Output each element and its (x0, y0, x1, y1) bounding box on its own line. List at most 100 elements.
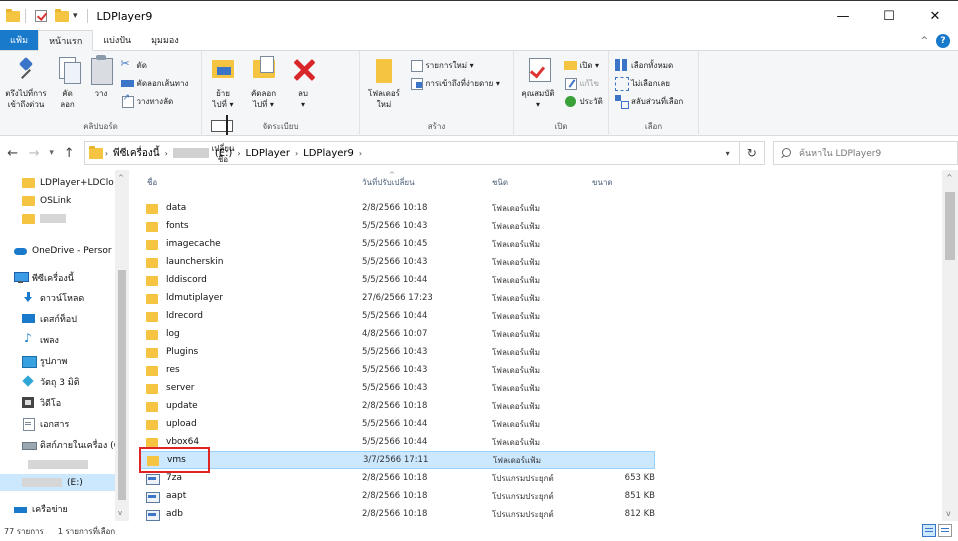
cut-button[interactable]: ตัด (121, 57, 189, 73)
nav-item-oslink[interactable]: OSLink (22, 192, 71, 209)
table-row[interactable]: res 5/5/2566 10:43 โฟลเดอร์แฟ้ม (140, 361, 655, 379)
nav-item-downloads[interactable]: ดาวน์โหลด (22, 289, 84, 306)
nav-item-videos[interactable]: วิดีโอ (22, 394, 61, 411)
quick-access-dropdown-icon[interactable]: ▾ (73, 11, 78, 21)
scroll-down-icon[interactable]: v (118, 509, 122, 517)
properties-quick-access-icon[interactable] (35, 10, 47, 22)
pin-quick-access-button[interactable]: ตรึงไปที่การ เข้าถึงด่วน (4, 55, 48, 110)
new-item-button[interactable]: รายการใหม่ ▾ (410, 57, 500, 73)
file-date: 5/5/2566 10:44 (362, 275, 428, 285)
nav-item-onedrive[interactable]: OneDrive - Persor (14, 242, 112, 259)
select-none-button[interactable]: ไม่เลือกเลย (615, 75, 683, 91)
file-date: 2/8/2566 10:18 (362, 401, 428, 411)
table-row[interactable]: lddiscord 5/5/2566 10:44 โฟลเดอร์แฟ้ม (140, 271, 655, 289)
nav-item-ldplayer-ldcloud[interactable]: LDPlayer+LDClo (22, 174, 114, 191)
recent-locations-icon[interactable]: ▾ (45, 148, 59, 158)
table-row[interactable]: update 2/8/2566 10:18 โฟลเดอร์แฟ้ม (140, 397, 655, 415)
help-icon[interactable]: ? (936, 34, 950, 48)
breadcrumb-this-pc[interactable]: พีซีเครื่องนี้ (113, 146, 160, 161)
file-date: 5/5/2566 10:45 (362, 239, 428, 249)
back-arrow-icon[interactable]: ← (2, 146, 23, 161)
nav-item-redacted[interactable] (22, 210, 66, 227)
table-row[interactable]: vbox64 5/5/2566 10:44 โฟลเดอร์แฟ้ม (140, 433, 655, 451)
tab-share[interactable]: แบ่งปัน (93, 30, 141, 50)
column-header-type[interactable]: ชนิด (492, 176, 508, 189)
nav-item-local-disk-c[interactable]: ดิสก์ภายในเครื่อง (C (22, 436, 120, 453)
breadcrumb-ldplayer9[interactable]: LDPlayer9 (303, 148, 354, 159)
easy-access-button[interactable]: การเข้าถึงที่ง่ายดาย ▾ (410, 75, 500, 91)
maximize-button[interactable]: ☐ (866, 1, 912, 32)
delete-icon (289, 55, 317, 85)
nav-item-3d-objects[interactable]: วัตถุ 3 มิติ (22, 373, 80, 390)
scroll-thumb[interactable] (118, 270, 126, 500)
tab-file[interactable]: แฟ้ม (0, 30, 39, 50)
new-folder-quick-access-icon[interactable] (55, 8, 69, 22)
move-to-button[interactable]: ย้าย ไปที่ ▾ (206, 55, 240, 110)
nav-item-desktop[interactable]: เดสก์ท็อป (22, 310, 77, 327)
forward-arrow-icon[interactable]: → (23, 146, 44, 161)
table-row[interactable]: Plugins 5/5/2566 10:43 โฟลเดอร์แฟ้ม (140, 343, 655, 361)
copy-path-button[interactable]: คัดลอกเส้นทาง (120, 75, 188, 91)
column-header-size[interactable]: ขนาด (592, 176, 613, 189)
nav-item-network[interactable]: เครือข่าย (14, 500, 68, 517)
scroll-up-icon[interactable]: ^ (118, 174, 124, 182)
copy-button[interactable]: คัด ลอก (54, 55, 82, 110)
select-all-button[interactable]: เลือกทั้งหมด (615, 57, 683, 73)
scroll-down-icon[interactable]: v (946, 509, 951, 518)
scroll-thumb[interactable] (945, 192, 955, 260)
invert-selection-button[interactable]: สลับส่วนที่เลือก (615, 93, 683, 109)
collapse-ribbon-icon[interactable]: ^ (920, 36, 928, 46)
nav-pane-scrollbar[interactable]: ^ v (115, 170, 129, 521)
details-view-icon[interactable] (922, 524, 936, 537)
table-row[interactable]: imagecache 5/5/2566 10:45 โฟลเดอร์แฟ้ม (140, 235, 655, 253)
paste-button[interactable]: วาง (87, 55, 115, 99)
cut-label: ตัด (136, 60, 147, 70)
nav-item-this-pc[interactable]: พีซีเครื่องนี้ (14, 269, 74, 286)
select-none-icon (615, 77, 629, 91)
new-folder-button[interactable]: โฟลเดอร์ ใหม่ (364, 55, 404, 110)
up-arrow-icon[interactable]: ↑ (58, 146, 79, 161)
table-row[interactable]: upload 5/5/2566 10:44 โฟลเดอร์แฟ้ม (140, 415, 655, 433)
paste-icon (87, 55, 115, 85)
nav-item-documents[interactable]: เอกสาร (22, 415, 69, 432)
nav-item-pictures[interactable]: รูปภาพ (22, 352, 67, 369)
address-bar[interactable]: › พีซีเครื่องนี้ › (E:) › LDPlayer › LDP… (83, 141, 740, 165)
nav-item-redacted-drive[interactable] (22, 456, 88, 473)
refresh-icon[interactable]: ↻ (739, 141, 765, 165)
search-input[interactable]: ค้นหาใน LDPlayer9 (772, 141, 958, 165)
table-row[interactable]: data 2/8/2566 10:18 โฟลเดอร์แฟ้ม (140, 199, 655, 217)
table-row[interactable]: log 4/8/2566 10:07 โฟลเดอร์แฟ้ม (140, 325, 655, 343)
minimize-button[interactable]: — (820, 1, 866, 32)
tab-home[interactable]: หน้าแรก (38, 30, 94, 51)
history-button[interactable]: ประวัติ (564, 93, 603, 109)
close-button[interactable]: ✕ (912, 1, 958, 32)
file-type: โฟลเดอร์แฟ้ม (492, 257, 540, 267)
table-row[interactable]: 7za 2/8/2566 10:18 โปรแกรมประยุกต์ 653 KB (140, 469, 655, 487)
delete-button[interactable]: ลบ ▾ (287, 55, 319, 110)
table-row[interactable]: fonts 5/5/2566 10:43 โฟลเดอร์แฟ้ม (140, 217, 655, 235)
redacted-drive-name (172, 148, 209, 158)
nav-item-drive-e[interactable]: (E:) (0, 474, 115, 491)
table-row[interactable]: launcherskin 5/5/2566 10:43 โฟลเดอร์แฟ้ม (140, 253, 655, 271)
open-button[interactable]: เปิด ▾ (563, 57, 603, 73)
breadcrumb-drive[interactable]: (E:) (215, 148, 233, 159)
column-header-date[interactable]: วันที่ปรับเปลี่ยน (362, 176, 415, 189)
scroll-up-icon[interactable]: ^ (946, 173, 953, 182)
table-row[interactable]: vms 3/7/2566 17:11 โฟลเดอร์แฟ้ม (140, 451, 655, 469)
table-row[interactable]: aapt 2/8/2566 10:18 โปรแกรมประยุกต์ 851 KB (140, 487, 655, 505)
column-header-name[interactable]: ชื่อ (147, 176, 157, 189)
nav-item-music[interactable]: เพลง (22, 331, 59, 348)
paste-shortcut-button[interactable]: วางทางลัด (121, 93, 189, 109)
copy-to-button[interactable]: คัดลอก ไปที่ ▾ (246, 55, 282, 110)
table-row[interactable]: ldrecord 5/5/2566 10:44 โฟลเดอร์แฟ้ม (140, 307, 655, 325)
file-list-scrollbar[interactable]: ^ v (942, 170, 958, 521)
breadcrumb-ldplayer[interactable]: LDPlayer (246, 148, 290, 159)
table-row[interactable]: server 5/5/2566 10:43 โฟลเดอร์แฟ้ม (140, 379, 655, 397)
file-date: 5/5/2566 10:44 (362, 437, 428, 447)
tab-view[interactable]: มุมมอง (141, 30, 189, 50)
large-icons-view-icon[interactable] (938, 524, 952, 537)
properties-button[interactable]: คุณสมบัติ ▾ (518, 55, 558, 110)
new-folder-label: โฟลเดอร์ ใหม่ (368, 89, 400, 109)
address-dropdown-icon[interactable]: ▾ (717, 142, 739, 164)
table-row[interactable]: ldmutiplayer 27/6/2566 17:23 โฟลเดอร์แฟ้ม (140, 289, 655, 307)
